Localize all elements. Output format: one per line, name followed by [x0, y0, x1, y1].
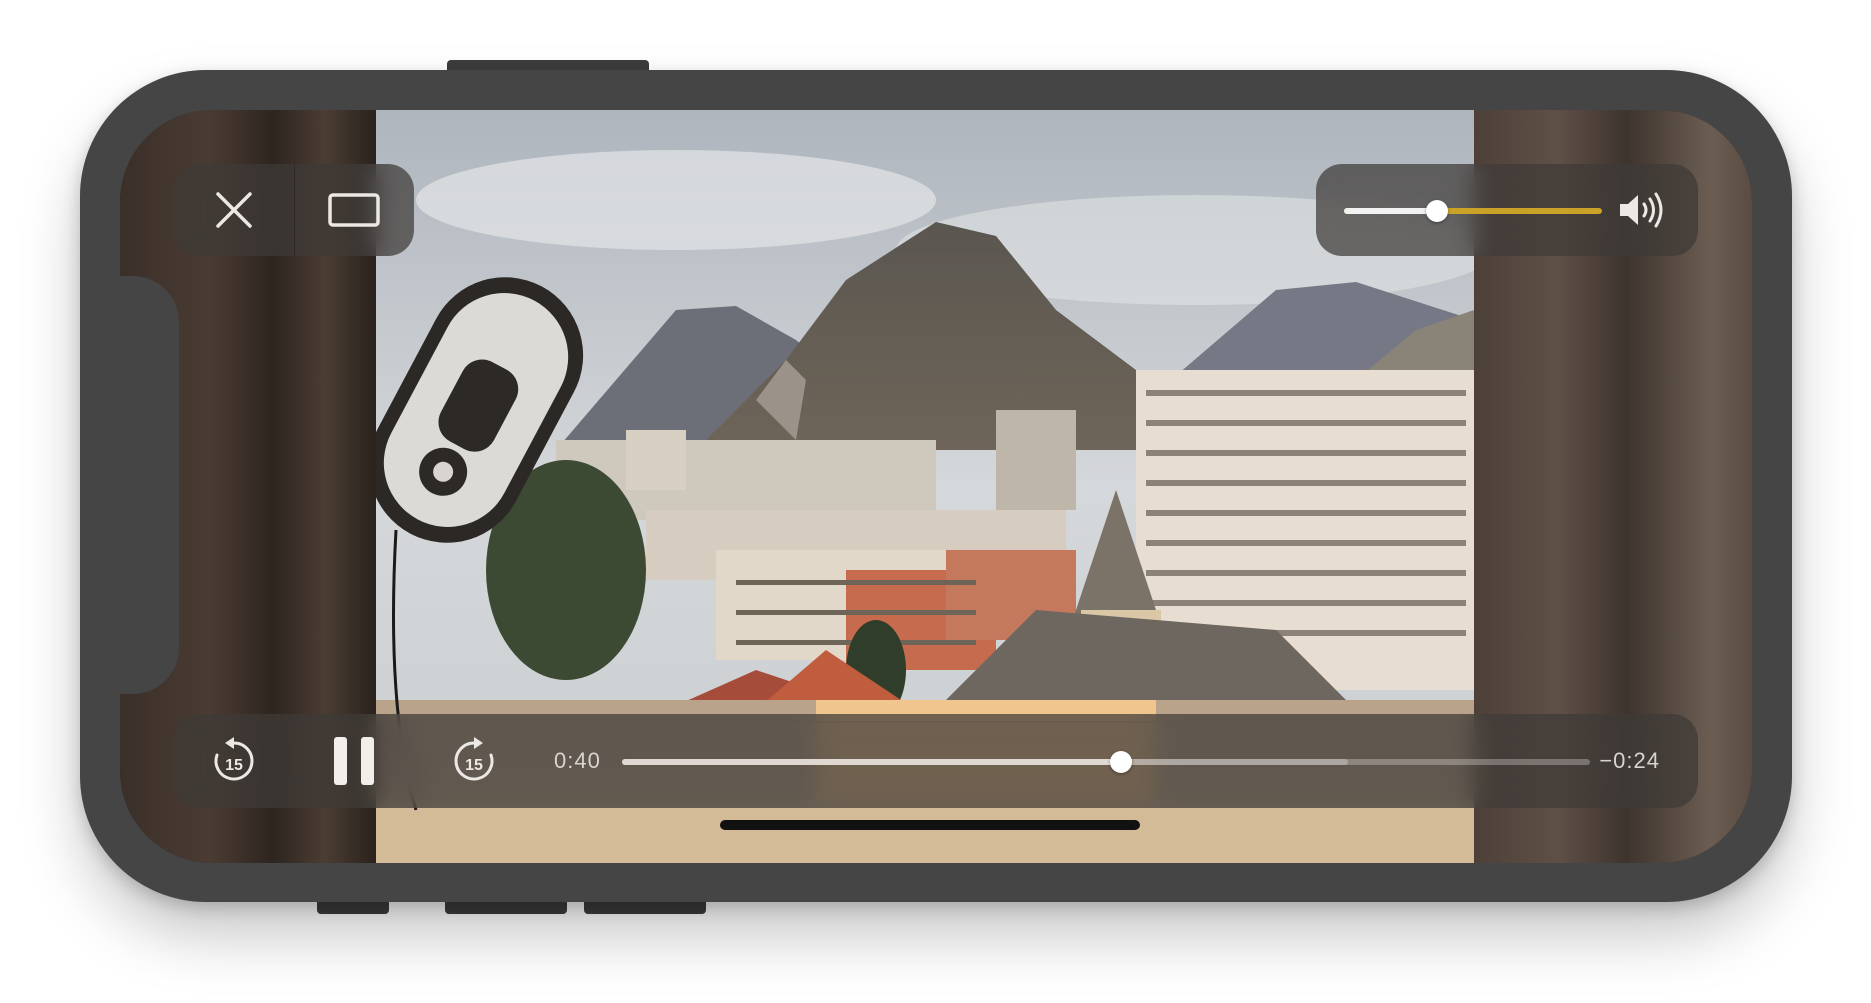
sensor-notch	[120, 276, 179, 694]
fullscreen-icon	[328, 193, 380, 227]
volume-slider[interactable]	[1344, 200, 1602, 222]
volume-slider-knob[interactable]	[1425, 200, 1448, 222]
skip-back-label: 15	[225, 757, 243, 774]
scrubber-track[interactable]	[622, 751, 1590, 773]
scrubber-knob[interactable]	[1109, 751, 1132, 773]
fullscreen-toggle-button[interactable]	[294, 164, 414, 256]
top-left-controls	[174, 164, 414, 256]
skip-back-15-icon: 15	[214, 737, 254, 781]
mute-button[interactable]	[1614, 184, 1674, 236]
pause-icon	[334, 737, 374, 785]
close-icon	[216, 192, 252, 228]
home-indicator[interactable]	[720, 820, 1140, 830]
speaker-icon	[1620, 192, 1663, 228]
remaining-time: −0:24	[1599, 748, 1660, 773]
skip-forward-label: 15	[465, 757, 483, 774]
playback-controls: 15 15 0:40 −0:24	[174, 714, 1698, 808]
phone-screen: 15 15 0:40 −0:24	[120, 110, 1752, 863]
skip-back-15-button[interactable]: 15	[194, 724, 274, 798]
volume-slider-fill	[1344, 208, 1437, 214]
play-pause-button[interactable]	[314, 724, 394, 798]
scrubber-progress	[622, 759, 1121, 765]
skip-forward-15-button[interactable]: 15	[434, 724, 514, 798]
close-button[interactable]	[174, 164, 294, 256]
elapsed-time: 0:40	[554, 748, 601, 773]
skip-forward-15-icon: 15	[454, 737, 494, 781]
volume-controls	[1316, 164, 1698, 256]
phone-device-frame: 15 15 0:40 −0:24	[80, 70, 1792, 902]
